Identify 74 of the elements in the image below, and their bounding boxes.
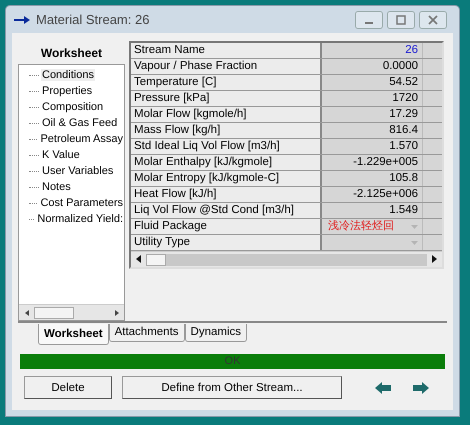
tree-item[interactable]: Properties [41,85,94,97]
property-label: Utility Type [131,235,322,250]
property-value[interactable]: 1.570 [322,139,422,154]
property-label: Molar Entropy [kJ/kgmole-C] [131,171,322,186]
grid-cell [422,123,442,138]
grid-cell [422,171,442,186]
tab[interactable]: Attachments [108,324,185,342]
grid-cell [422,43,442,58]
tree-item[interactable]: Normalized Yield: [36,213,124,225]
property-value[interactable]: 0.0000 [322,59,422,74]
grid-cell [422,155,442,170]
caret-icon [411,224,418,228]
grid-cell [422,59,442,74]
tree-item[interactable]: User Variables [41,165,114,177]
maximize-button[interactable] [387,10,415,28]
sidebar-title: Worksheet [40,45,104,62]
property-label: Fluid Package [131,219,322,234]
grid-cell [422,187,442,202]
grid-cell [422,219,442,234]
property-label: Heat Flow [kJ/h] [131,187,322,202]
grid-cell [422,139,442,154]
tab[interactable]: Worksheet [38,324,109,345]
scrollbar-thumb[interactable] [146,254,166,266]
tree-item[interactable]: Notes [41,181,72,193]
tree-item[interactable]: Oil & Gas Feed [41,117,118,129]
status-bar: OK [20,354,445,369]
minimize-button[interactable] [355,10,383,28]
grid-cell [422,91,442,106]
caret-icon [411,240,418,244]
property-value[interactable]: 54.52 [322,75,422,90]
grid-cell [422,235,442,250]
close-icon [428,14,438,24]
horizontal-scrollbar[interactable] [131,251,442,267]
delete-button[interactable]: Delete [24,376,112,399]
scrollbar-thumb[interactable] [34,306,74,318]
define-button[interactable]: Define from Other Stream... [122,376,342,399]
grid-cell [422,75,442,90]
property-label: Vapour / Phase Fraction [131,59,322,74]
right-arrow-icon[interactable] [413,382,429,394]
property-label: Temperature [C] [131,75,322,90]
close-button[interactable] [419,10,447,28]
property-label: Stream Name [131,43,322,58]
property-value[interactable]: -2.125e+006 [322,187,422,202]
property-label: Pressure [kPa] [131,91,322,106]
grid-cell [422,203,442,218]
scroll-right-icon [432,254,437,262]
scroll-right-icon [114,310,118,316]
property-label: Mass Flow [kg/h] [131,123,322,138]
left-arrow-icon[interactable] [375,382,391,394]
horizontal-scrollbar[interactable] [19,304,124,320]
property-value[interactable]: -1.229e+005 [322,155,422,170]
property-value[interactable]: 17.29 [322,107,422,122]
property-label: Molar Enthalpy [kJ/kgmole] [131,155,322,170]
property-value[interactable]: 26 [322,43,422,58]
property-label: Liq Vol Flow @Std Cond [m3/h] [131,203,322,218]
scroll-left-icon [24,310,28,316]
tree-item[interactable]: Petroleum Assay [39,133,124,145]
arrow-icon [14,14,30,24]
tab[interactable]: Dynamics [184,324,247,342]
tree-item[interactable]: Cost Parameters [39,197,124,209]
maximize-icon [396,14,406,24]
tree-item[interactable]: Conditions [41,69,95,81]
property-label: Std Ideal Liq Vol Flow [m3/h] [131,139,322,154]
property-value[interactable]: 105.8 [322,171,422,186]
property-value[interactable]: 816.4 [322,123,422,138]
scroll-left-icon [136,254,141,262]
window-title: Material Stream: 26 [36,12,150,27]
grid-cell [422,107,442,122]
tree-item[interactable]: Composition [41,101,104,113]
minimize-icon [365,22,373,24]
property-value[interactable]: 1.549 [322,203,422,218]
tree-item[interactable]: K Value [41,149,81,161]
property-label: Molar Flow [kgmole/h] [131,107,322,122]
property-value[interactable]: 1720 [322,91,422,106]
